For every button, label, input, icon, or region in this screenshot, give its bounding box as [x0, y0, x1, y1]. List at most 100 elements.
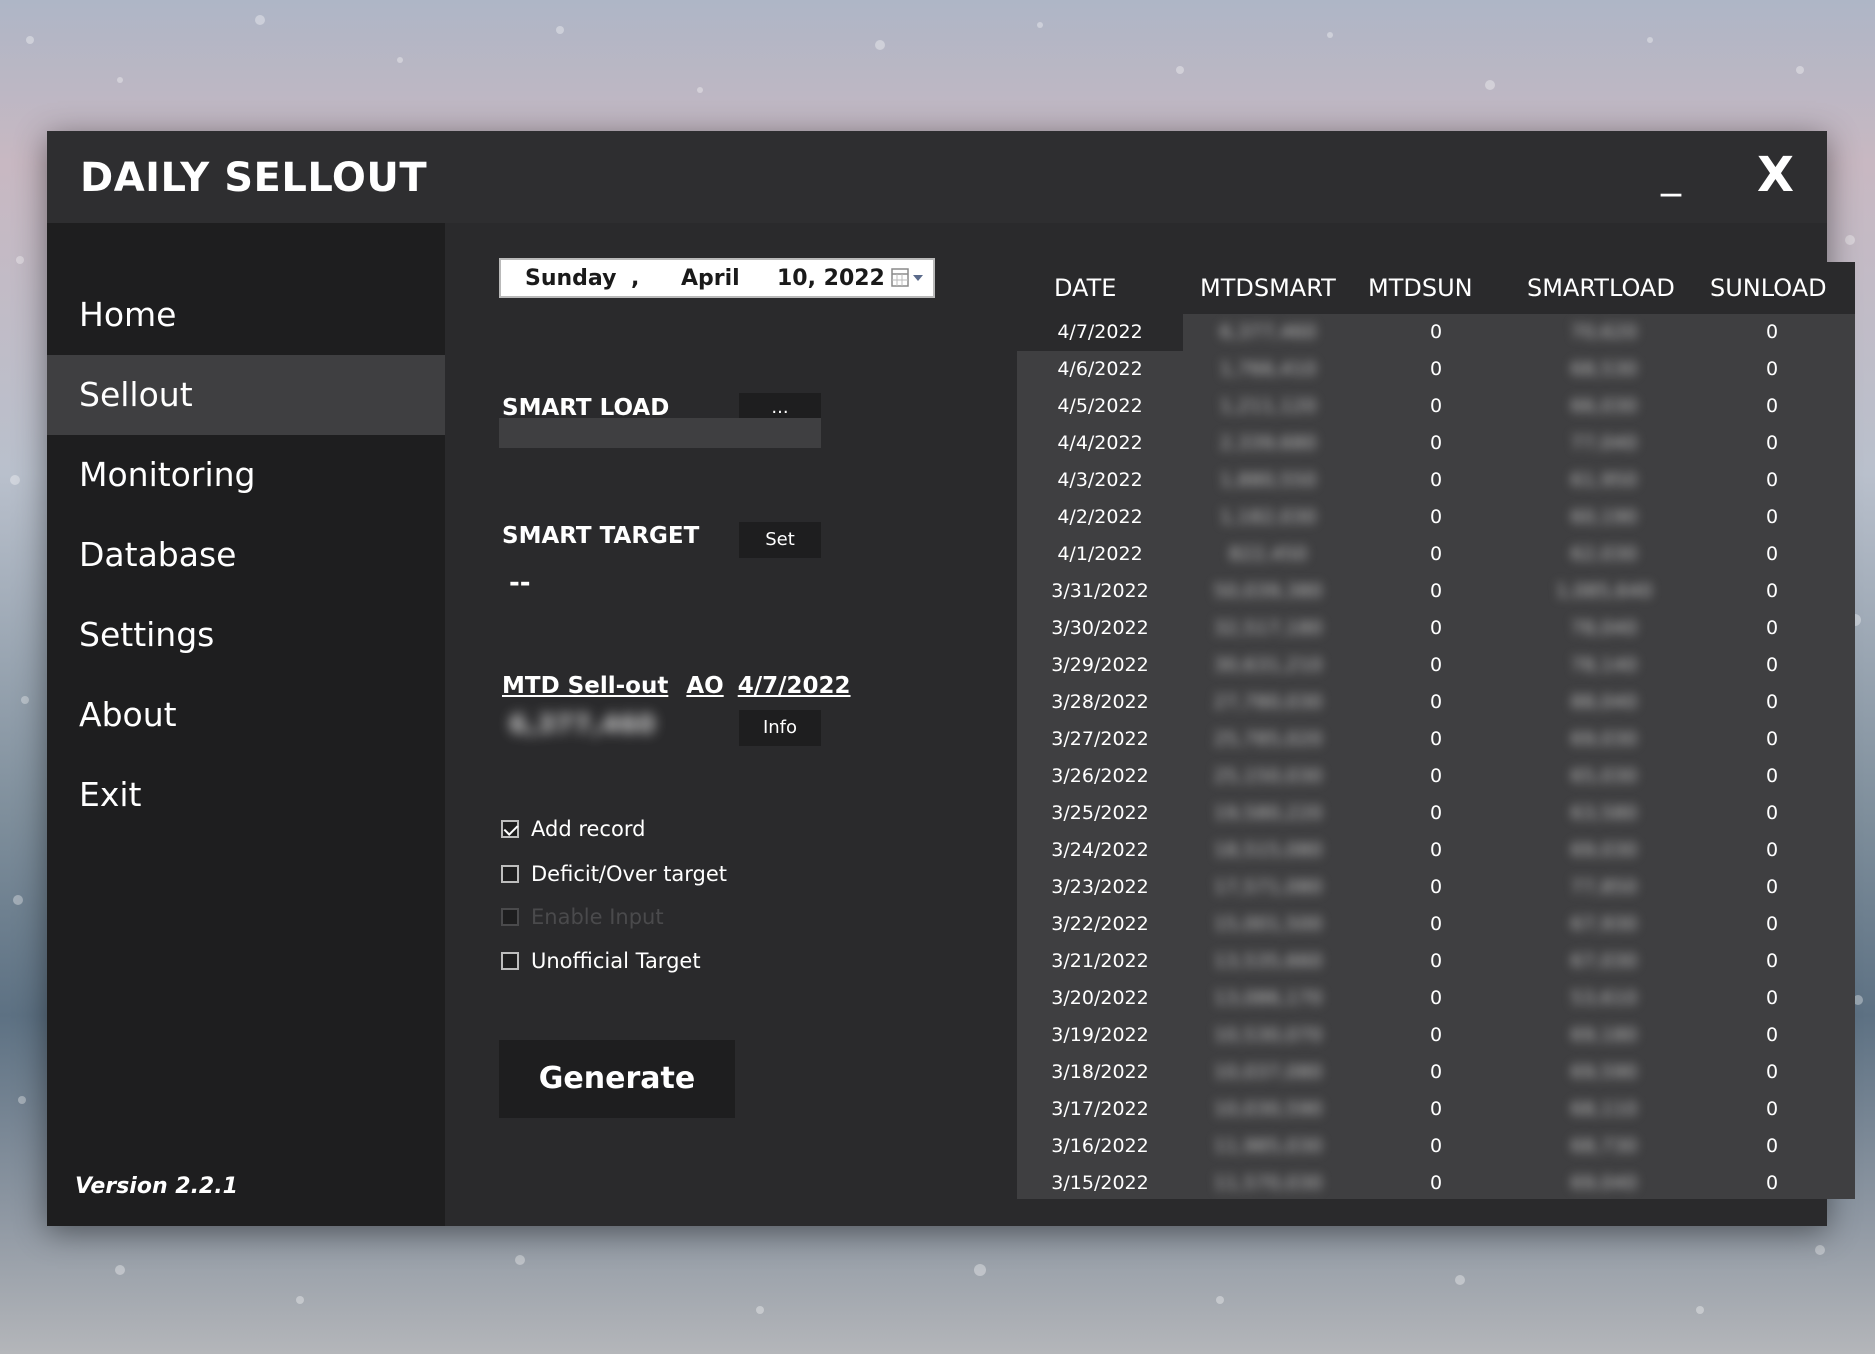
- cell-mtdsun[interactable]: 0: [1353, 536, 1519, 573]
- sidebar-item-settings[interactable]: Settings: [47, 595, 445, 675]
- cell-date[interactable]: 4/1/2022: [1017, 536, 1183, 573]
- cell-mtdsmart[interactable]: 30,631,210: [1183, 647, 1353, 684]
- cell-mtdsun[interactable]: 0: [1353, 758, 1519, 795]
- cell-smartload[interactable]: 67,030: [1519, 943, 1689, 980]
- cell-date[interactable]: 3/22/2022: [1017, 906, 1183, 943]
- cell-sunload[interactable]: 0: [1689, 462, 1855, 499]
- mtd-info-button[interactable]: Info: [739, 710, 821, 746]
- cell-sunload[interactable]: 0: [1689, 610, 1855, 647]
- table-row[interactable]: 4/3/2022 1,880,550 0 61,950 0: [1017, 462, 1855, 499]
- cell-mtdsun[interactable]: 0: [1353, 425, 1519, 462]
- table-row[interactable]: 3/28/2022 27,780,030 0 88,040 0: [1017, 684, 1855, 721]
- cell-mtdsmart[interactable]: 1,182,030: [1183, 499, 1353, 536]
- sidebar-item-exit[interactable]: Exit: [47, 755, 445, 835]
- cell-date[interactable]: 4/6/2022: [1017, 351, 1183, 388]
- cell-mtdsmart[interactable]: 17,571,080: [1183, 869, 1353, 906]
- smart-load-input[interactable]: [499, 418, 821, 448]
- table-row[interactable]: 3/18/2022 10,037,080 0 69,590 0: [1017, 1054, 1855, 1091]
- cell-mtdsun[interactable]: 0: [1353, 869, 1519, 906]
- cell-mtdsun[interactable]: 0: [1353, 684, 1519, 721]
- cell-sunload[interactable]: 0: [1689, 1091, 1855, 1128]
- cell-sunload[interactable]: 0: [1689, 721, 1855, 758]
- cell-smartload[interactable]: 69,590: [1519, 1054, 1689, 1091]
- cell-sunload[interactable]: 0: [1689, 1017, 1855, 1054]
- cell-sunload[interactable]: 0: [1689, 980, 1855, 1017]
- deficit-over-target-checkbox[interactable]: [501, 865, 519, 883]
- cell-sunload[interactable]: 0: [1689, 832, 1855, 869]
- table-row[interactable]: 4/2/2022 1,182,030 0 60,190 0: [1017, 499, 1855, 536]
- header-smartload[interactable]: SMARTLOAD: [1527, 274, 1675, 302]
- cell-mtdsmart[interactable]: 18,515,080: [1183, 832, 1353, 869]
- cell-mtdsmart[interactable]: 6,377,460: [1183, 314, 1353, 351]
- cell-smartload[interactable]: 53,610: [1519, 980, 1689, 1017]
- table-row[interactable]: 4/7/2022 6,377,460 0 70,620 0: [1017, 314, 1855, 351]
- cell-smartload[interactable]: 68,530: [1519, 351, 1689, 388]
- table-row[interactable]: 3/27/2022 25,785,020 0 69,030 0: [1017, 721, 1855, 758]
- cell-smartload[interactable]: 60,190: [1519, 499, 1689, 536]
- cell-sunload[interactable]: 0: [1689, 795, 1855, 832]
- header-sunload[interactable]: SUNLOAD: [1710, 274, 1827, 302]
- cell-smartload[interactable]: 77,850: [1519, 869, 1689, 906]
- cell-mtdsmart[interactable]: 11,570,030: [1183, 1165, 1353, 1202]
- cell-mtdsmart[interactable]: 11,985,030: [1183, 1128, 1353, 1165]
- cell-smartload[interactable]: 63,580: [1519, 795, 1689, 832]
- cell-sunload[interactable]: 0: [1689, 1165, 1855, 1202]
- cell-date[interactable]: 3/25/2022: [1017, 795, 1183, 832]
- cell-mtdsmart[interactable]: 822,450: [1183, 536, 1353, 573]
- generate-button[interactable]: Generate: [499, 1040, 735, 1118]
- cell-sunload[interactable]: 0: [1689, 1054, 1855, 1091]
- cell-date[interactable]: 4/2/2022: [1017, 499, 1183, 536]
- cell-sunload[interactable]: 0: [1689, 573, 1855, 610]
- cell-mtdsun[interactable]: 0: [1353, 573, 1519, 610]
- table-row[interactable]: 3/22/2022 15,001,500 0 67,930 0: [1017, 906, 1855, 943]
- cell-mtdsun[interactable]: 0: [1353, 832, 1519, 869]
- table-row[interactable]: 3/29/2022 30,631,210 0 78,140 0: [1017, 647, 1855, 684]
- cell-smartload[interactable]: 1,085,640: [1519, 573, 1689, 610]
- table-row[interactable]: 3/26/2022 25,150,030 0 65,030 0: [1017, 758, 1855, 795]
- add-record-checkbox[interactable]: [501, 820, 519, 838]
- header-date[interactable]: DATE: [1054, 274, 1116, 302]
- cell-mtdsmart[interactable]: 19,580,220: [1183, 795, 1353, 832]
- cell-mtdsun[interactable]: 0: [1353, 388, 1519, 425]
- cell-mtdsmart[interactable]: 1,211,120: [1183, 388, 1353, 425]
- cell-date[interactable]: 3/21/2022: [1017, 943, 1183, 980]
- cell-mtdsun[interactable]: 0: [1353, 906, 1519, 943]
- cell-mtdsun[interactable]: 0: [1353, 1017, 1519, 1054]
- table-row[interactable]: 3/19/2022 10,530,070 0 69,180 0: [1017, 1017, 1855, 1054]
- cell-sunload[interactable]: 0: [1689, 499, 1855, 536]
- sidebar-item-home[interactable]: Home: [47, 275, 445, 355]
- header-mtdsun[interactable]: MTDSUN: [1368, 274, 1473, 302]
- cell-mtdsun[interactable]: 0: [1353, 351, 1519, 388]
- cell-smartload[interactable]: 69,030: [1519, 832, 1689, 869]
- cell-smartload[interactable]: 61,950: [1519, 462, 1689, 499]
- sidebar-item-database[interactable]: Database: [47, 515, 445, 595]
- table-row[interactable]: 3/25/2022 19,580,220 0 63,580 0: [1017, 795, 1855, 832]
- cell-date[interactable]: 4/7/2022: [1017, 314, 1183, 351]
- table-row[interactable]: 3/15/2022 11,570,030 0 69,040 0: [1017, 1165, 1855, 1202]
- cell-date[interactable]: 3/16/2022: [1017, 1128, 1183, 1165]
- table-row[interactable]: 3/30/2022 32,517,180 0 78,040 0: [1017, 610, 1855, 647]
- cell-date[interactable]: 3/29/2022: [1017, 647, 1183, 684]
- sidebar-item-monitoring[interactable]: Monitoring: [47, 435, 445, 515]
- cell-sunload[interactable]: 0: [1689, 314, 1855, 351]
- cell-mtdsun[interactable]: 0: [1353, 1054, 1519, 1091]
- cell-date[interactable]: 3/23/2022: [1017, 869, 1183, 906]
- cell-mtdsmart[interactable]: 13,535,660: [1183, 943, 1353, 980]
- cell-mtdsun[interactable]: 0: [1353, 1091, 1519, 1128]
- cell-smartload[interactable]: 70,620: [1519, 314, 1689, 351]
- cell-mtdsun[interactable]: 0: [1353, 647, 1519, 684]
- cell-mtdsun[interactable]: 0: [1353, 721, 1519, 758]
- cell-sunload[interactable]: 0: [1689, 351, 1855, 388]
- cell-date[interactable]: 3/30/2022: [1017, 610, 1183, 647]
- cell-date[interactable]: 3/20/2022: [1017, 980, 1183, 1017]
- sellout-table[interactable]: DATE MTDSMART MTDSUN SMARTLOAD SUNLOAD 4…: [1017, 262, 1855, 1199]
- cell-date[interactable]: 4/4/2022: [1017, 425, 1183, 462]
- deficit-over-target-option[interactable]: Deficit/Over target: [501, 860, 727, 888]
- cell-date[interactable]: 3/27/2022: [1017, 721, 1183, 758]
- table-row[interactable]: 3/20/2022 13,086,170 0 53,610 0: [1017, 980, 1855, 1017]
- cell-date[interactable]: 4/3/2022: [1017, 462, 1183, 499]
- sidebar-item-about[interactable]: About: [47, 675, 445, 755]
- cell-date[interactable]: 3/26/2022: [1017, 758, 1183, 795]
- cell-mtdsmart[interactable]: 25,785,020: [1183, 721, 1353, 758]
- calendar-icon[interactable]: [891, 267, 925, 289]
